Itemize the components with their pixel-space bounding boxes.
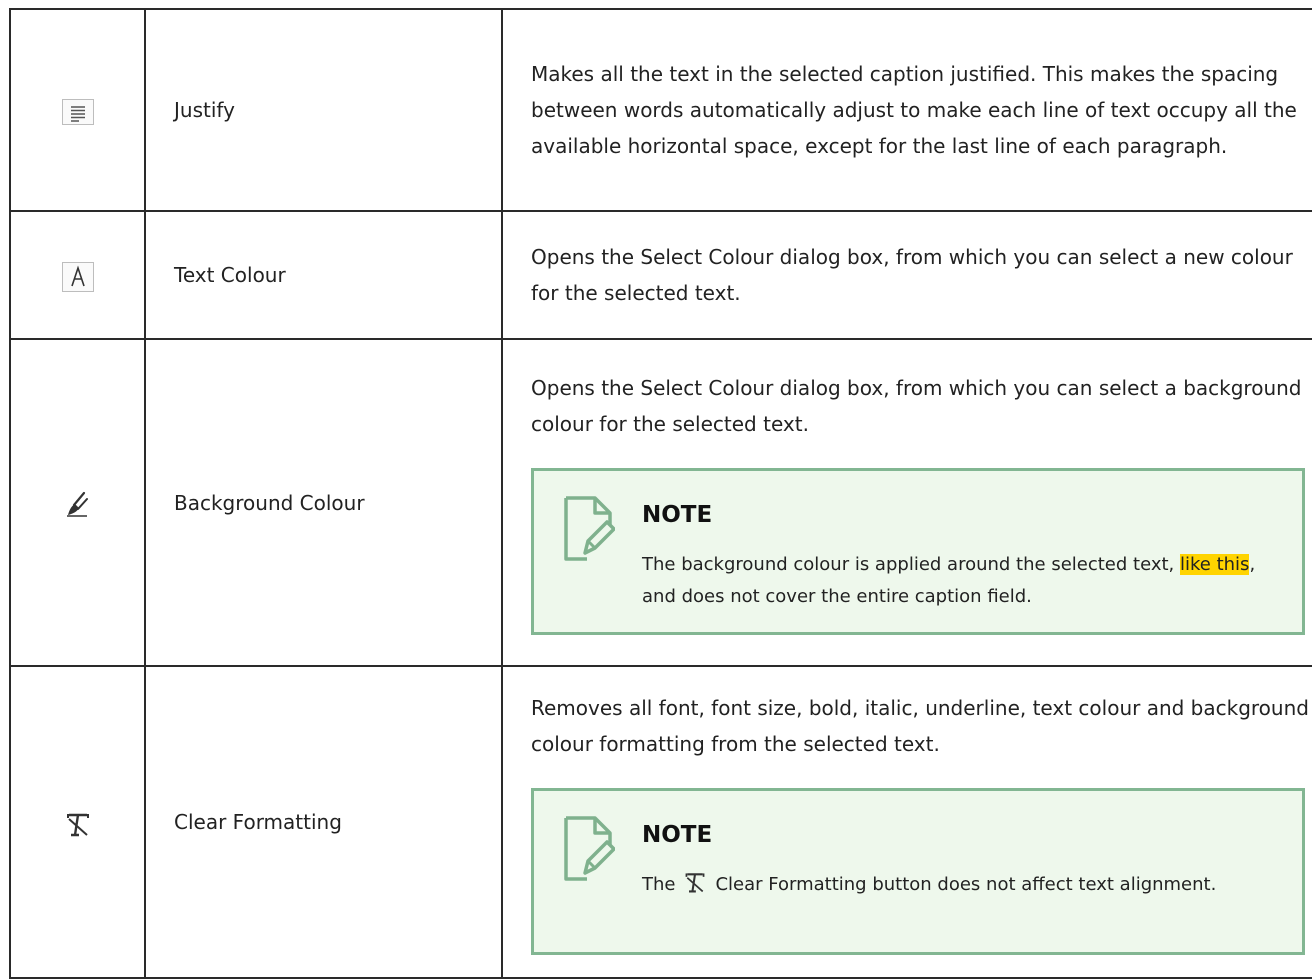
tool-description: Opens the Select Colour dialog box, from…: [531, 376, 1302, 436]
note-box: NOTE The background colour is applied ar…: [531, 468, 1305, 635]
highlighted-text: like this: [1180, 554, 1250, 575]
clear-formatting-icon: [62, 810, 94, 838]
table-row: Clear Formatting Removes all font, font …: [9, 665, 1312, 979]
tool-name: Text Colour: [144, 210, 503, 340]
note-title: NOTE: [642, 821, 713, 848]
tool-description: Opens the Select Colour dialog box, from…: [531, 245, 1293, 305]
tool-description: Removes all font, font size, bold, itali…: [531, 695, 1309, 756]
icon-cell: [9, 8, 146, 212]
note-box: NOTE The Clear Formatting button does not…: [531, 787, 1305, 955]
text-colour-icon: [61, 261, 94, 292]
clear-formatting-icon: [681, 870, 709, 894]
table-row: Justify Makes all the text in the select…: [9, 8, 1312, 212]
tool-name: Background Colour: [144, 338, 503, 667]
note-text-part: Clear Formatting button does not affect …: [715, 873, 1217, 895]
tool-table: Justify Makes all the text in the select…: [9, 8, 1312, 979]
tool-name: Clear Formatting: [144, 665, 503, 979]
note-icon: [564, 496, 615, 561]
note-icon: [564, 815, 615, 881]
tool-description-cell: Opens the Select Colour dialog box, from…: [501, 338, 1312, 667]
tool-description-cell: Opens the Select Colour dialog box, from…: [501, 210, 1312, 340]
table-row: Background Colour Opens the Select Colou…: [9, 338, 1312, 667]
note-text: The Clear Formatting button does not affe…: [642, 869, 1282, 901]
table-row: Text Colour Opens the Select Colour dial…: [9, 210, 1312, 340]
note-text-part: The background colour is applied around …: [642, 554, 1180, 575]
justify-icon: [61, 98, 94, 125]
tool-description-cell: Makes all the text in the selected capti…: [501, 8, 1312, 212]
icon-cell: [9, 210, 146, 340]
note-text: The background colour is applied around …: [642, 549, 1282, 613]
icon-cell: [9, 338, 146, 667]
note-text-part: The: [642, 873, 676, 895]
tool-description: Makes all the text in the selected capti…: [531, 62, 1297, 158]
tool-name: Justify: [144, 8, 503, 212]
note-title: NOTE: [642, 502, 713, 528]
tool-description-cell: Removes all font, font size, bold, itali…: [501, 665, 1312, 979]
icon-cell: [9, 665, 146, 979]
background-colour-brush-icon: [62, 490, 94, 518]
